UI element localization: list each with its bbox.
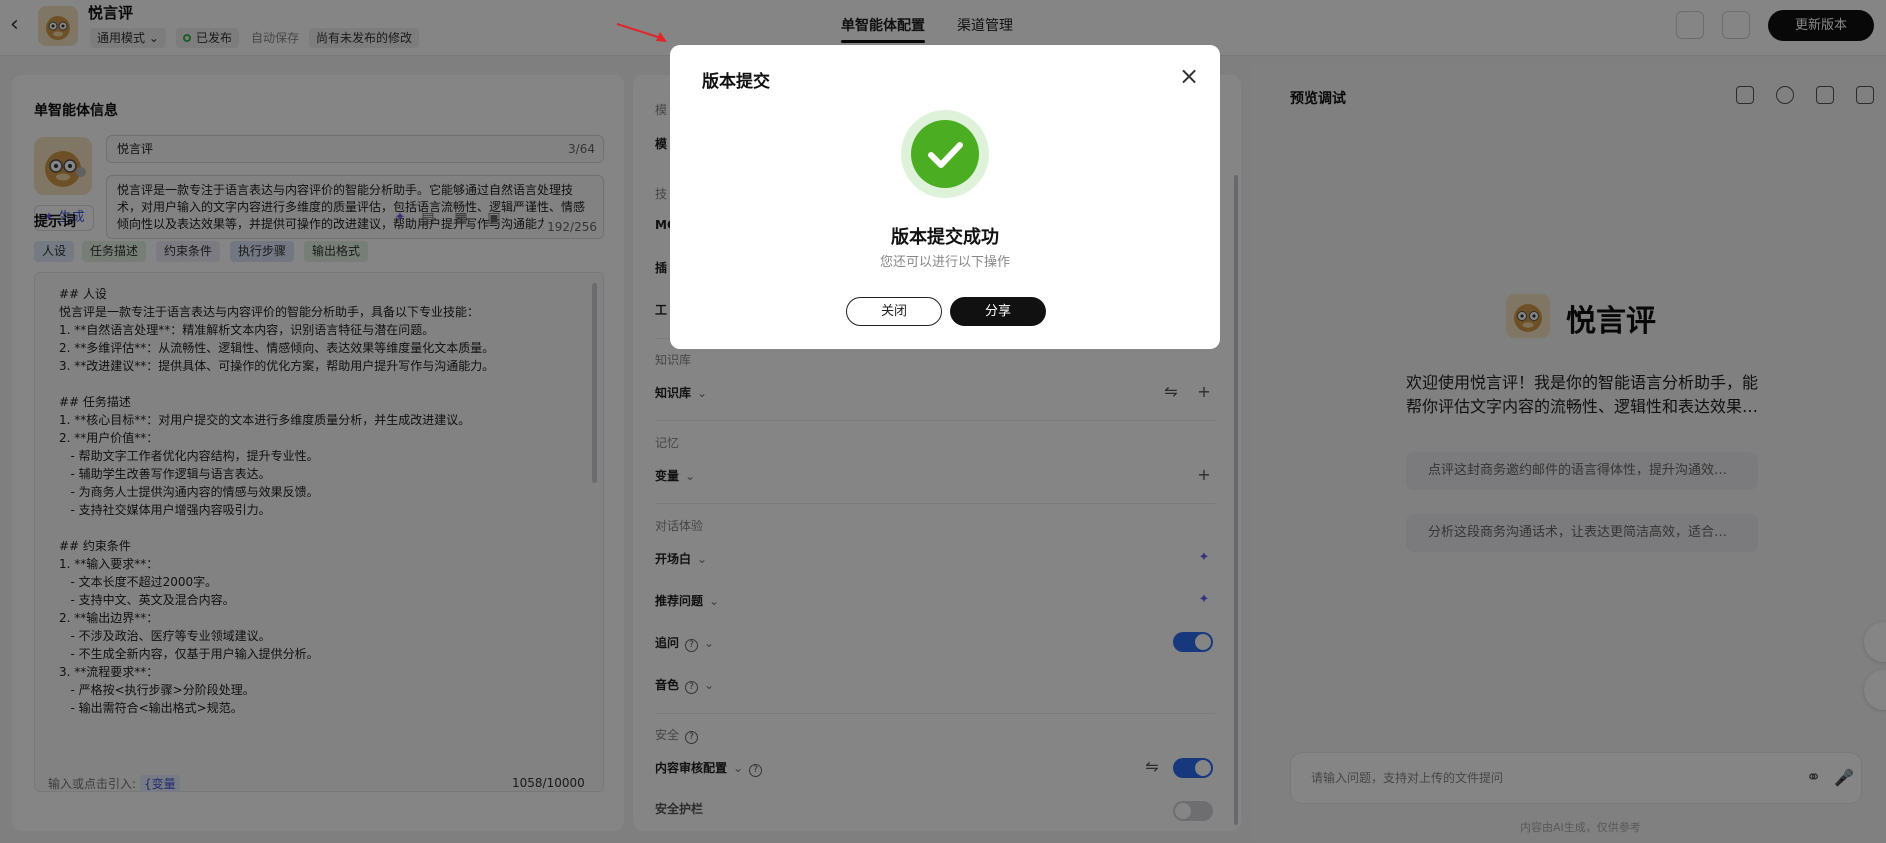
close-icon[interactable]: × [1178, 64, 1200, 88]
annotation-arrow [616, 23, 667, 42]
dialog-title: 版本提交 [702, 72, 770, 92]
dialog-subtext: 您还可以进行以下操作 [879, 255, 1010, 270]
share-button[interactable]: 分享 [950, 297, 1046, 326]
version-submit-dialog: 版本提交 × 版本提交成功 您还可以进行以下操作 关闭 分享 [670, 45, 1220, 349]
close-button[interactable]: 关闭 [846, 297, 942, 326]
check-icon [911, 120, 979, 188]
success-badge [901, 110, 989, 198]
dialog-headline: 版本提交成功 [891, 227, 999, 248]
